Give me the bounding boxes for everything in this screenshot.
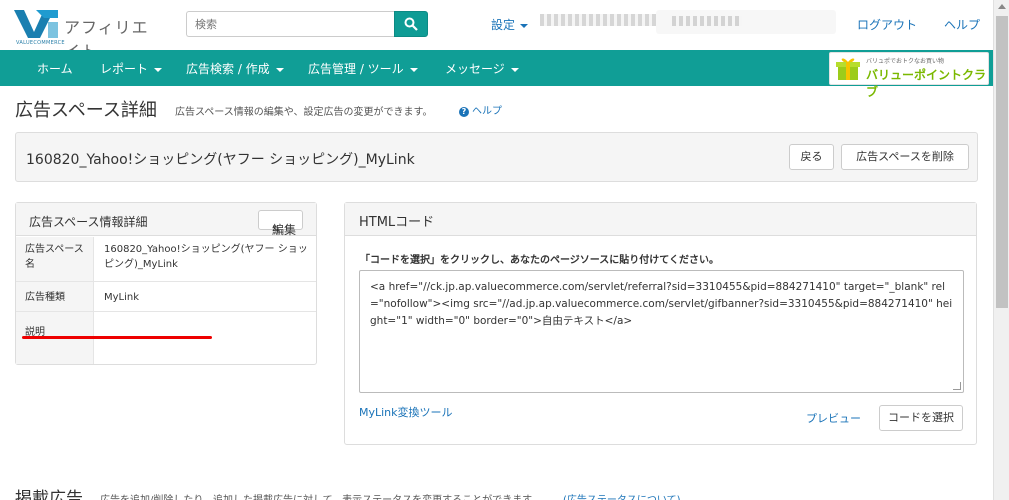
mylink-converter-link[interactable]: MyLink変換ツール (359, 404, 453, 420)
info-table: 広告スペース名 160820_Yahoo!ショッピング(ヤフー ショッピング)_… (16, 237, 316, 364)
info-panel-header: 広告スペース情報詳細 ✎ 編集 (16, 203, 316, 237)
nav-item-home[interactable]: ホーム (37, 60, 73, 77)
ad-space-name: 160820_Yahoo!ショッピング(ヤフー ショッピング)_MyLink (26, 152, 415, 168)
ad-status-link[interactable]: (広告ステータスについて) (563, 491, 681, 500)
info-label: 広告スペース名 (16, 237, 94, 281)
nav-item-messages[interactable]: メッセージ (445, 60, 519, 77)
nav-item-label: 広告管理 / ツール (308, 62, 404, 76)
search-icon (404, 17, 418, 31)
resize-grip-icon[interactable] (953, 382, 961, 390)
question-icon: ? (459, 107, 469, 117)
edit-button[interactable]: ✎ 編集 (258, 210, 303, 237)
chevron-down-icon (154, 67, 163, 72)
page-help-label: ヘルプ (472, 106, 502, 117)
chevron-down-icon (520, 23, 529, 28)
nav-item-label: ホーム (37, 62, 73, 76)
ads-section-title: 掲載広告 (15, 489, 83, 500)
code-text: <a href="//ck.jp.ap.valuecommerce.com/se… (370, 281, 953, 327)
info-row-name: 広告スペース名 160820_Yahoo!ショッピング(ヤフー ショッピング)_… (16, 237, 316, 282)
page-scrollbar[interactable] (993, 0, 1009, 500)
page-title: 広告スペース詳細 (15, 100, 157, 121)
banner-tagline: バリュポでおトクなお買い物 (866, 58, 945, 65)
page-help-link[interactable]: ? ヘルプ (459, 102, 502, 117)
code-panel-header: HTMLコード (345, 203, 976, 236)
value-point-club-banner[interactable]: バリュポでおトクなお買い物 バリューポイントクラブ (829, 52, 989, 99)
redacted-account-id (540, 14, 660, 26)
logo[interactable]: アフィリエイト VALUECOMMERCE (14, 8, 164, 61)
info-panel-title: 広告スペース情報詳細 (29, 215, 148, 229)
back-button[interactable]: 戻る (789, 144, 834, 170)
info-value: MyLink (104, 292, 140, 303)
top-header: アフィリエイト VALUECOMMERCE 設定 ログアウト ヘルプ (0, 0, 993, 61)
code-textarea[interactable]: <a href="//ck.jp.ap.valuecommerce.com/se… (359, 270, 964, 393)
nav-item-ad-search[interactable]: 広告検索 / 作成 (186, 60, 284, 77)
preview-link[interactable]: プレビュー (806, 410, 861, 426)
html-code-panel: HTMLコード 「コードを選択」をクリックし、あなたのページソースに貼り付けてく… (344, 202, 977, 445)
redacted-user-name (656, 10, 836, 34)
header-help-link[interactable]: ヘルプ (944, 16, 980, 33)
nav-item-label: 広告検索 / 作成 (186, 62, 270, 76)
nav-item-report[interactable]: レポート (100, 60, 163, 77)
chevron-down-icon (275, 67, 284, 72)
code-instruction: 「コードを選択」をクリックし、あなたのページソースに貼り付けてください。 (360, 255, 719, 266)
ads-section-description: 広告を追加/削除したり、追加した掲載広告に対して、表示ステータスを変更することが… (100, 491, 541, 500)
logo-subtext: VALUECOMMERCE (16, 40, 65, 46)
red-highlight-underline (22, 336, 212, 339)
ad-space-info-panel: 広告スペース情報詳細 ✎ 編集 広告スペース名 160820_Yahoo!ショッ… (15, 202, 317, 365)
select-code-button[interactable]: コードを選択 (879, 405, 963, 431)
banner-title: バリューポイントクラブ (866, 68, 987, 99)
chevron-down-icon (409, 67, 418, 72)
scroll-up-arrow-icon[interactable] (998, 4, 1006, 9)
settings-label: 設定 (491, 18, 516, 32)
logout-link[interactable]: ログアウト (857, 16, 917, 33)
ad-space-title-panel: 160820_Yahoo!ショッピング(ヤフー ショッピング)_MyLink 戻… (15, 132, 978, 182)
search-input[interactable] (186, 11, 394, 37)
info-value: 160820_Yahoo!ショッピング(ヤフー ショッピング)_MyLink (104, 244, 308, 270)
info-label: 広告種類 (16, 282, 94, 311)
info-row-type: 広告種類 MyLink (16, 282, 316, 312)
nav-item-label: レポート (100, 62, 149, 76)
nav-item-label: メッセージ (445, 62, 505, 76)
code-panel-title: HTMLコード (359, 215, 435, 230)
gift-box-icon (836, 58, 860, 80)
settings-menu[interactable]: 設定 (491, 16, 529, 33)
nav-item-ad-management[interactable]: 広告管理 / ツール (308, 60, 418, 77)
search-box (186, 11, 428, 37)
valuecommerce-logo-icon (14, 10, 58, 38)
delete-ad-space-button[interactable]: 広告スペースを削除 (841, 144, 969, 170)
page-description: 広告スペース情報の編集や、設定広告の変更ができます。 (175, 107, 433, 118)
chevron-down-icon (510, 67, 519, 72)
search-button[interactable] (394, 11, 428, 37)
scroll-thumb[interactable] (996, 16, 1008, 308)
